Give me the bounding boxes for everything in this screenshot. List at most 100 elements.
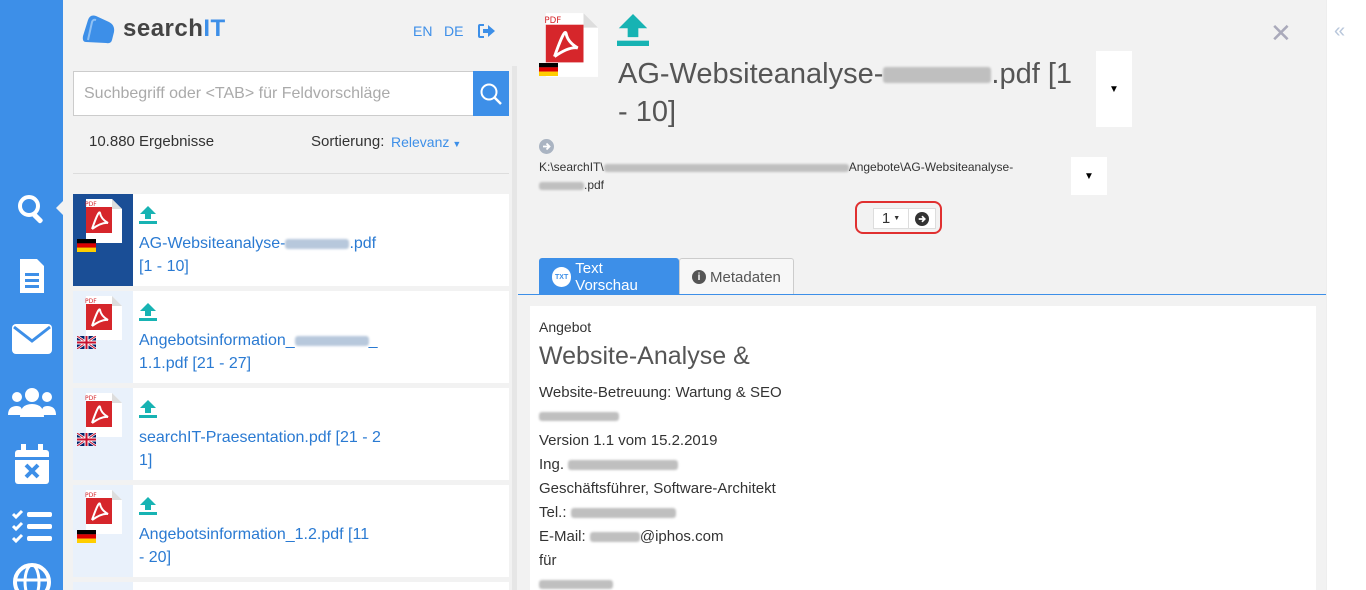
tab-text-preview[interactable]: TXT Text Vorschau <box>539 258 679 295</box>
caret-down-icon: ▼ <box>893 215 901 222</box>
uk-flag <box>77 336 96 349</box>
upload-icon[interactable] <box>139 303 157 321</box>
search-field[interactable] <box>73 71 473 116</box>
result-thumbnail: PDF <box>73 194 133 286</box>
upload-icon[interactable] <box>139 206 157 224</box>
doc-line: für <box>539 552 557 569</box>
app-name: searchIT <box>123 15 226 42</box>
doc-line: E-Mail: @iphos.com <box>539 528 724 545</box>
title-dropdown-button[interactable]: ▼ <box>1096 51 1132 127</box>
doc-line: Angebot <box>539 319 592 335</box>
right-collapsed-panel <box>1326 0 1366 590</box>
mail-icon <box>11 324 52 354</box>
upload-icon[interactable] <box>139 497 157 515</box>
de-flag <box>77 530 96 543</box>
pdf-icon: PDF <box>85 393 122 437</box>
result-thumbnail: PDF <box>73 388 133 480</box>
result-card[interactable]: PDF Angebotsinformation_1.2.pdf [11- 20] <box>73 485 509 577</box>
lang-de-link[interactable]: DE <box>444 23 463 39</box>
divider <box>73 173 509 174</box>
redacted-text <box>294 335 369 346</box>
page-pager: 1 ▼ <box>855 201 942 234</box>
result-title[interactable]: Angebotsinformation_1.2.pdf [11- 20] <box>139 523 399 569</box>
sort-value: Relevanz <box>391 134 450 150</box>
redacted-text <box>539 412 619 421</box>
next-page-button[interactable] <box>908 208 936 229</box>
calendar-x-icon <box>14 444 49 484</box>
pdf-icon: PDF <box>85 199 122 243</box>
path-dropdown-button[interactable]: ▼ <box>1071 157 1107 195</box>
page-select[interactable]: 1 ▼ <box>873 208 909 229</box>
document-icon <box>19 259 44 293</box>
result-count: 10.880 Ergebnisse <box>89 133 215 150</box>
arrow-circle-right-icon[interactable] <box>539 139 554 154</box>
tab-metadata[interactable]: i Metadaten <box>679 258 794 295</box>
svg-text:PDF: PDF <box>85 201 97 208</box>
sort-label: Sortierung: <box>311 133 385 150</box>
tab-underline <box>518 294 1326 295</box>
left-nav-rail <box>0 0 64 590</box>
doc-line: Ing. <box>539 456 679 473</box>
result-card[interactable]: PDF Angebotsinformation_ _ 1.1.pdf [21 - 2… <box>73 291 509 383</box>
svg-text:PDF: PDF <box>85 492 97 499</box>
nav-search[interactable] <box>0 186 63 232</box>
logout-icon <box>478 24 495 38</box>
result-thumbnail: PDF <box>73 291 133 383</box>
result-title[interactable]: AG-Websiteanalyse- .pdf [1 - 10] <box>139 232 399 278</box>
result-thumbnail: PDF <box>73 485 133 577</box>
redacted-text <box>883 67 992 84</box>
users-icon <box>7 388 56 417</box>
redacted-text <box>539 580 613 589</box>
result-title[interactable]: searchIT-Praesentation.pdf [21 - 2 1] <box>139 426 399 472</box>
upload-icon[interactable] <box>139 400 157 418</box>
svg-text:PDF: PDF <box>85 395 97 402</box>
chevron-double-left-icon[interactable]: « <box>1334 20 1345 43</box>
doc-line: Tel.: <box>539 504 676 521</box>
svg-text:PDF: PDF <box>544 16 561 26</box>
upload-icon[interactable] <box>617 14 649 46</box>
search-icon <box>480 83 502 105</box>
preview-title: AG-Websiteanalyse- .pdf [1- 10] <box>618 58 1073 128</box>
search-input[interactable] <box>74 72 473 115</box>
sort-dropdown[interactable]: Relevanz ▼ <box>391 134 461 150</box>
redacted-text <box>539 181 584 190</box>
txt-icon: TXT <box>552 267 572 287</box>
doc-line: Version 1.1 vom 15.2.2019 <box>539 432 718 449</box>
arrow-circle-right-icon <box>915 211 929 226</box>
uk-flag <box>77 433 96 446</box>
de-flag <box>539 63 558 76</box>
nav-users[interactable] <box>0 379 63 425</box>
nav-mail[interactable] <box>0 316 63 362</box>
caret-down-icon: ▼ <box>1109 83 1119 95</box>
app-logo: searchIT <box>82 14 226 44</box>
redacted-text <box>589 532 640 543</box>
de-flag <box>77 239 96 252</box>
result-card[interactable] <box>73 582 509 590</box>
caret-down-icon: ▼ <box>452 139 462 149</box>
checklist-icon <box>11 509 52 543</box>
redacted-text <box>285 238 350 249</box>
file-path: K:\searchIT\ Angebote\AG-Websiteanalyse-.… <box>539 160 1014 192</box>
nav-calendar[interactable] <box>0 441 63 487</box>
nav-documents[interactable] <box>0 253 63 299</box>
pdf-icon: PDF <box>85 490 122 534</box>
nav-web[interactable] <box>0 560 63 590</box>
redacted-text <box>568 460 679 471</box>
info-icon: i <box>692 270 706 284</box>
search-icon <box>17 195 43 224</box>
search-button[interactable] <box>473 71 509 116</box>
lang-en-link[interactable]: EN <box>413 23 432 39</box>
cloud-logo-icon <box>82 15 115 44</box>
result-card[interactable]: PDF searchIT-Praesentation.pdf [21 - 2 1] <box>73 388 509 480</box>
globe-icon <box>12 563 51 590</box>
logout-button[interactable] <box>478 24 495 43</box>
scrollbar-track[interactable] <box>512 66 517 590</box>
result-thumbnail <box>73 582 133 590</box>
caret-down-icon: ▼ <box>1084 170 1094 182</box>
result-title[interactable]: Angebotsinformation_ _ 1.1.pdf [21 - 27] <box>139 329 399 375</box>
doc-line: Geschäftsführer, Software-Architekt <box>539 480 776 497</box>
result-card[interactable]: PDF AG-Websiteanalyse- .pdf [1 - 10] <box>73 194 509 286</box>
nav-tasks[interactable] <box>0 503 63 549</box>
redacted-text <box>603 163 849 172</box>
close-icon[interactable]: ✕ <box>1270 18 1292 49</box>
